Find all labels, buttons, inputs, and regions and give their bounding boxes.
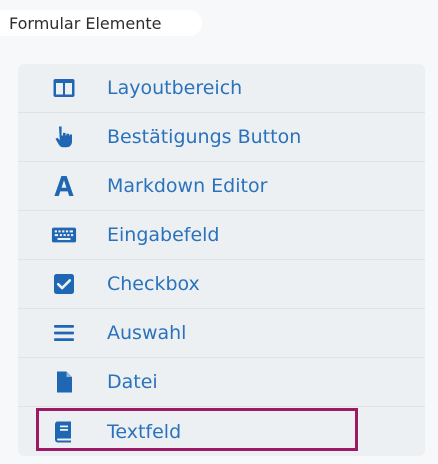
form-element-label: Checkbox (107, 273, 200, 295)
letter-a-icon (51, 173, 77, 199)
layout-columns-icon (51, 75, 77, 101)
form-element-auswahl[interactable]: Auswahl (18, 309, 425, 358)
form-element-layoutbereich[interactable]: Layoutbereich (18, 64, 425, 113)
checkbox-checked-icon (51, 271, 77, 297)
form-element-label: Auswahl (107, 322, 187, 344)
form-element-list: Layoutbereich Bestätigungs Button Markdo… (18, 64, 425, 456)
book-icon (51, 419, 77, 445)
file-icon (51, 369, 77, 395)
form-element-datei[interactable]: Datei (18, 358, 425, 407)
form-element-eingabefeld[interactable]: Eingabefeld (18, 211, 425, 260)
form-element-textfeld[interactable]: Textfeld (18, 407, 425, 456)
form-element-checkbox[interactable]: Checkbox (18, 260, 425, 309)
form-element-bestaetigungs-button[interactable]: Bestätigungs Button (18, 113, 425, 162)
form-elements-panel: Formular Elemente Layoutbereich Bestätig… (0, 0, 438, 464)
section-header: Formular Elemente (0, 10, 202, 36)
form-element-label: Datei (107, 371, 158, 393)
list-lines-icon (51, 320, 77, 346)
form-element-label: Bestätigungs Button (107, 126, 302, 148)
keyboard-icon (51, 222, 77, 248)
form-element-label: Markdown Editor (107, 175, 268, 197)
form-element-markdown-editor[interactable]: Markdown Editor (18, 162, 425, 211)
pointing-hand-icon (51, 124, 77, 150)
form-element-label: Textfeld (107, 420, 182, 443)
form-element-label: Layoutbereich (107, 77, 243, 99)
section-title: Formular Elemente (9, 13, 162, 33)
form-element-label: Eingabefeld (107, 224, 220, 246)
